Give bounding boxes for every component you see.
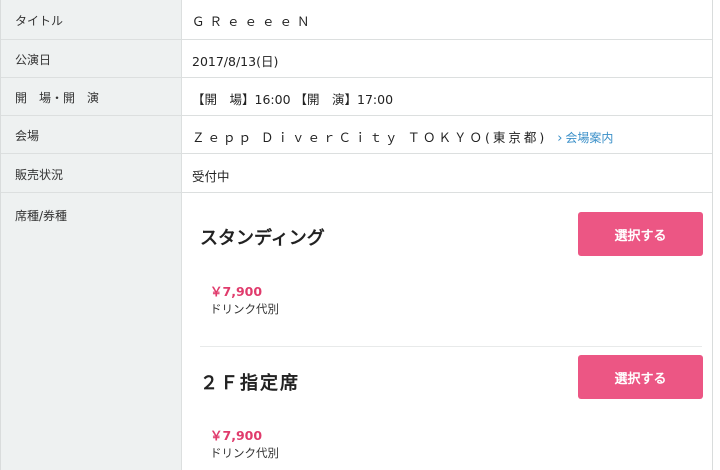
select-button[interactable]: 選択する bbox=[578, 212, 703, 256]
ticket-note: ドリンク代別 bbox=[210, 446, 279, 460]
label-seat-type: 席種/券種 bbox=[1, 193, 182, 470]
row-date: 公演日 2017/8/13(日) bbox=[1, 40, 712, 78]
chevron-right-icon: › bbox=[557, 131, 563, 146]
ticket-price: ￥7,900 bbox=[210, 428, 263, 443]
ticket-note: ドリンク代別 bbox=[210, 302, 279, 316]
performance-info-table: タイトル ＧＲｅｅｅｅＮ 公演日 2017/8/13(日) 開 場・開 演 【開… bbox=[0, 0, 713, 470]
value-date: 2017/8/13(日) bbox=[192, 54, 279, 69]
row-title: タイトル ＧＲｅｅｅｅＮ bbox=[1, 0, 712, 40]
ticket-name: ２Ｆ指定席 bbox=[200, 373, 300, 394]
label-date: 公演日 bbox=[1, 40, 182, 77]
row-seat-type: 席種/券種 スタンディング 選択する ￥7,900 ドリンク代別 ２Ｆ指定席 選… bbox=[1, 193, 712, 470]
row-open-start: 開 場・開 演 【開 場】16:00 【開 演】17:00 bbox=[1, 78, 712, 116]
ticket-item: スタンディング 選択する ￥7,900 ドリンク代別 bbox=[182, 193, 712, 343]
ticket-name: スタンディング bbox=[200, 228, 325, 249]
value-title: ＧＲｅｅｅｅＮ bbox=[192, 14, 315, 29]
ticket-price: ￥7,900 bbox=[210, 284, 263, 299]
value-status: 受付中 bbox=[192, 169, 230, 184]
label-title: タイトル bbox=[1, 0, 182, 39]
row-venue: 会場 Ｚｅｐｐ ＤｉｖｅｒＣｉｔｙ ＴＯＫＹＯ(東京都) › 会場案内 bbox=[1, 116, 712, 154]
venue-name: Ｚｅｐｐ ＤｉｖｅｒＣｉｔｙ ＴＯＫＹＯ(東京都) bbox=[192, 130, 548, 145]
label-venue: 会場 bbox=[1, 116, 182, 153]
value-venue: Ｚｅｐｐ ＤｉｖｅｒＣｉｔｙ ＴＯＫＹＯ(東京都) › 会場案内 bbox=[182, 116, 712, 153]
row-status: 販売状況 受付中 bbox=[1, 154, 712, 193]
label-status: 販売状況 bbox=[1, 154, 182, 192]
ticket-item: ２Ｆ指定席 選択する ￥7,900 ドリンク代別 bbox=[182, 343, 712, 470]
label-open-start: 開 場・開 演 bbox=[1, 78, 182, 115]
venue-guide-link[interactable]: › 会場案内 bbox=[557, 131, 613, 146]
value-open-start: 【開 場】16:00 【開 演】17:00 bbox=[192, 92, 394, 107]
select-button[interactable]: 選択する bbox=[578, 355, 703, 399]
